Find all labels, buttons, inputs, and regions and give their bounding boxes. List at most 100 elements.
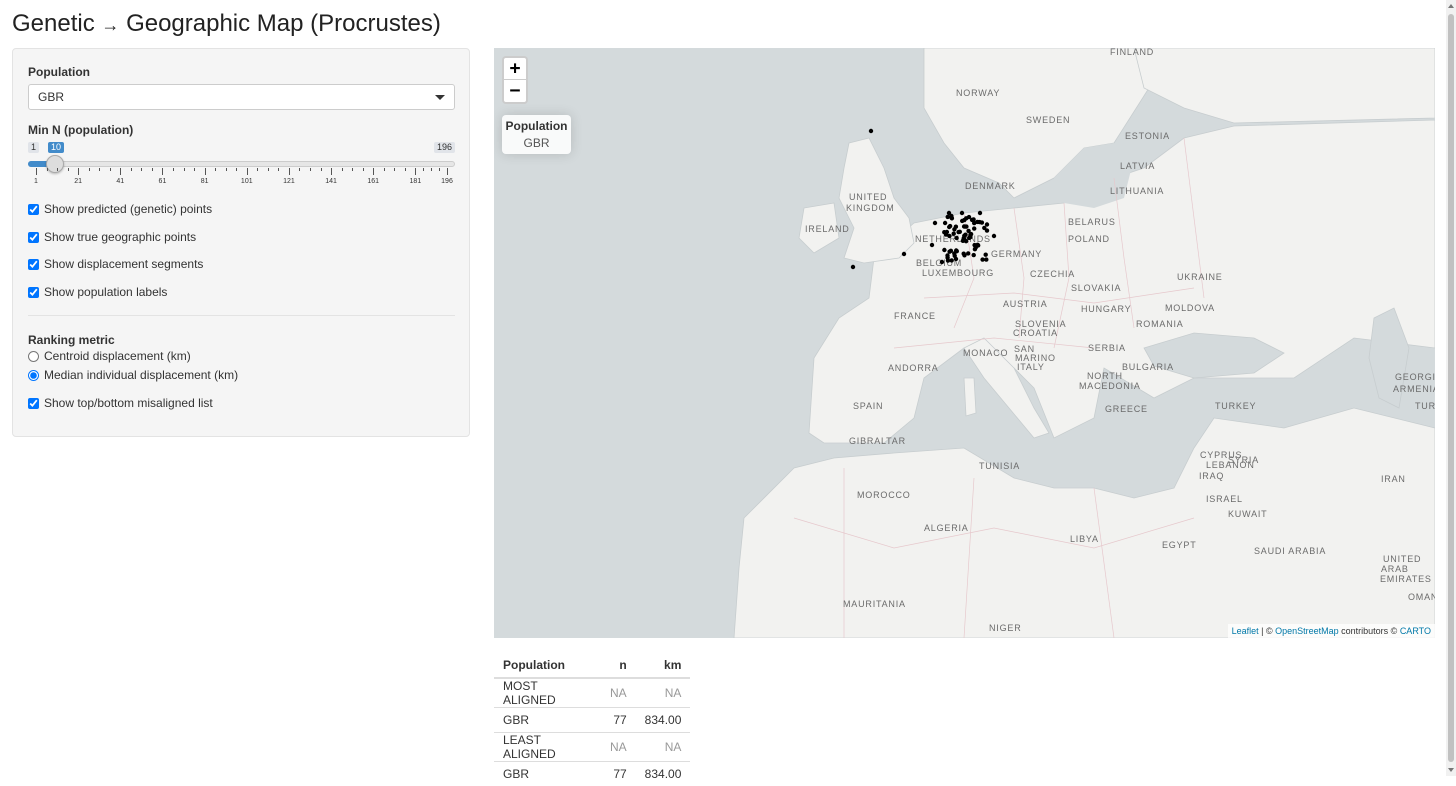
map-point[interactable] bbox=[968, 234, 973, 240]
zoom-out-button[interactable]: − bbox=[504, 80, 526, 102]
slider-min-label: 1 bbox=[28, 142, 40, 153]
map-point[interactable] bbox=[966, 251, 971, 256]
map-point[interactable] bbox=[944, 229, 950, 235]
map-point[interactable] bbox=[952, 251, 957, 256]
map-point[interactable] bbox=[964, 216, 969, 221]
slider-minor-tick bbox=[404, 168, 406, 171]
map-point[interactable] bbox=[971, 252, 976, 258]
map-place-label: HUNGARY bbox=[1081, 304, 1131, 314]
map-point[interactable] bbox=[982, 225, 987, 231]
min-n-slider[interactable]: 1 196 10 1 21 41 61 81 101 121 141 161 181 196 bbox=[28, 142, 455, 185]
map-place-label: ESTONIA bbox=[1125, 131, 1170, 141]
show-true-geo-checkbox[interactable]: Show true geographic points bbox=[28, 230, 196, 244]
map-point[interactable] bbox=[942, 220, 948, 226]
scroll-up-icon[interactable] bbox=[1448, 4, 1454, 8]
map-point[interactable] bbox=[952, 227, 957, 232]
map-place-label: UKRAINE bbox=[1177, 272, 1223, 282]
show-labels-checkbox[interactable]: Show population labels bbox=[28, 285, 167, 299]
checkbox-input[interactable] bbox=[28, 397, 39, 409]
cell-population: GBR bbox=[494, 707, 601, 732]
slider-track[interactable] bbox=[28, 161, 455, 167]
scroll-down-icon[interactable] bbox=[1448, 768, 1454, 772]
map-point[interactable] bbox=[977, 210, 983, 216]
map-point[interactable] bbox=[953, 256, 959, 262]
show-segments-checkbox[interactable]: Show displacement segments bbox=[28, 257, 203, 271]
map-point[interactable] bbox=[947, 223, 953, 229]
map-point[interactable] bbox=[850, 264, 856, 270]
map-point[interactable] bbox=[969, 217, 975, 223]
basemap-tiles: FINLAND NORWAY SWEDEN ESTONIA LATVIA LITHUANI… bbox=[733, 48, 1435, 638]
slider-minor-tick bbox=[183, 168, 185, 171]
slider-minor-tick bbox=[173, 168, 174, 171]
map-place-label: MONACO bbox=[963, 348, 1008, 358]
show-predicted-checkbox[interactable]: Show predicted (genetic) points bbox=[28, 202, 212, 216]
map-point[interactable] bbox=[945, 258, 951, 263]
population-select[interactable]: GBR bbox=[28, 84, 455, 110]
map-point[interactable] bbox=[901, 251, 907, 257]
map-place-label: SERBIA bbox=[1088, 343, 1126, 353]
map-point[interactable] bbox=[945, 214, 950, 220]
leaflet-map[interactable]: FINLAND NORWAY SWEDEN ESTONIA LATVIA LITHUANI… bbox=[494, 48, 1435, 638]
map-place-label: TURKEY bbox=[1215, 401, 1256, 411]
page-title: Genetic → Geographic Map (Procrustes) bbox=[12, 10, 441, 38]
map-point[interactable] bbox=[960, 218, 965, 224]
map-place-label: ISRAEL bbox=[1206, 494, 1243, 504]
map-place-label: CZECHIA bbox=[1030, 269, 1075, 279]
carto-link[interactable]: CARTO bbox=[1400, 626, 1431, 636]
map-place-label: ROMANIA bbox=[1136, 319, 1184, 329]
map-place-label: IRAQ bbox=[1199, 471, 1224, 481]
min-n-label: Min N (population) bbox=[28, 123, 134, 137]
cell-population: GBR bbox=[494, 760, 601, 786]
map-point[interactable] bbox=[868, 128, 874, 134]
map-point[interactable] bbox=[956, 229, 961, 235]
map-place-label: NORWAY bbox=[956, 88, 1000, 98]
page-scrollbar[interactable] bbox=[1446, 0, 1456, 776]
leaflet-link[interactable]: Leaflet bbox=[1232, 626, 1259, 636]
radio-label: Centroid displacement (km) bbox=[44, 349, 191, 363]
radio-centroid[interactable]: Centroid displacement (km) bbox=[28, 349, 191, 363]
map-point[interactable] bbox=[929, 242, 935, 248]
slider-tick-label: 181 bbox=[409, 178, 422, 185]
map-point[interactable] bbox=[939, 259, 945, 265]
slider-minor-tick bbox=[236, 168, 238, 171]
checkbox-input[interactable] bbox=[28, 203, 39, 215]
radio-input[interactable] bbox=[28, 369, 39, 381]
map-attribution: Leaflet | © OpenStreetMap contributors ©… bbox=[1227, 624, 1435, 638]
checkbox-label: Show top/bottom misaligned list bbox=[44, 396, 213, 410]
map-point[interactable] bbox=[973, 245, 978, 250]
map-point[interactable] bbox=[977, 219, 982, 225]
map-point[interactable] bbox=[932, 220, 938, 226]
checkbox-input[interactable] bbox=[28, 258, 39, 270]
map-place-label: UNITED bbox=[849, 192, 887, 202]
slider-minor-tick bbox=[320, 168, 322, 171]
legend-value: GBR bbox=[523, 136, 550, 150]
slider-minor-tick bbox=[257, 168, 259, 171]
map-point[interactable] bbox=[951, 231, 956, 236]
slider-handle[interactable] bbox=[45, 155, 64, 173]
scrollbar-thumb[interactable] bbox=[1448, 14, 1454, 762]
map-place-label: BULGARIA bbox=[1122, 362, 1174, 372]
osm-link[interactable]: OpenStreetMap bbox=[1275, 626, 1339, 636]
zoom-in-button[interactable]: + bbox=[504, 58, 526, 80]
map-point[interactable] bbox=[963, 224, 968, 229]
map-point[interactable] bbox=[949, 213, 954, 219]
map-point[interactable] bbox=[972, 226, 977, 231]
map-point[interactable] bbox=[942, 247, 947, 253]
map-point[interactable] bbox=[963, 232, 968, 237]
radio-input[interactable] bbox=[28, 350, 39, 362]
slider-major-tick bbox=[36, 168, 37, 175]
map-point[interactable] bbox=[947, 249, 952, 254]
slider-value-label: 10 bbox=[47, 142, 64, 153]
cell-population: MOST ALIGNED bbox=[494, 677, 601, 708]
checkbox-input[interactable] bbox=[28, 231, 39, 243]
ranking-metric-label: Ranking metric bbox=[28, 333, 115, 347]
land-corsica bbox=[963, 377, 977, 417]
map-point[interactable] bbox=[959, 210, 965, 216]
show-misaligned-checkbox[interactable]: Show top/bottom misaligned list bbox=[28, 396, 213, 410]
map-point[interactable] bbox=[983, 252, 988, 257]
radio-median[interactable]: Median individual displacement (km) bbox=[28, 368, 238, 382]
map-point[interactable] bbox=[980, 257, 985, 262]
map-point[interactable] bbox=[954, 235, 959, 241]
checkbox-input[interactable] bbox=[28, 286, 39, 298]
map-point[interactable] bbox=[991, 233, 997, 239]
